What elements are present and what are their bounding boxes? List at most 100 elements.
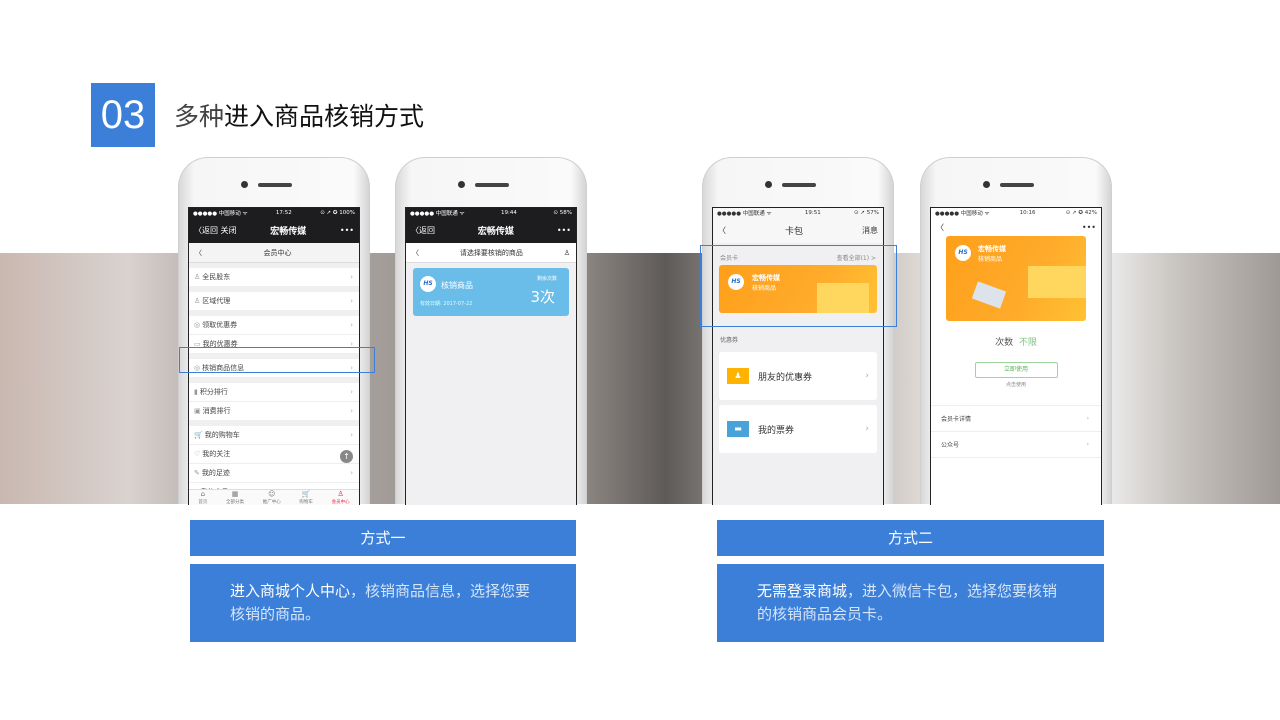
camera <box>241 181 248 188</box>
tab-item[interactable]: ⌂ 首页 <box>198 490 207 505</box>
menu-label: 区域代理 <box>202 297 231 305</box>
desc-bold: 进入商城个人中心 <box>230 582 351 600</box>
menu-item[interactable]: ♡我的关注› <box>189 445 359 464</box>
tab-icon: ▦ <box>231 490 239 498</box>
menu-icon: ♙ <box>194 273 201 281</box>
back-to-top-icon[interactable]: ↑ <box>340 450 353 463</box>
phone-2: ●●●●● 中国联通 ᯤ 19:44 ⊙ 58% 〈返回 宏畅传媒 ••• 〈 请选择要核… <box>395 157 587 505</box>
chevron-right-icon: › <box>350 297 353 305</box>
coupon-item-friends[interactable]: ♟ 朋友的优惠券 › <box>719 352 877 400</box>
tab-label: 推广中心 <box>262 500 281 505</box>
menu-icon: ▮ <box>194 388 198 396</box>
expiry: 有效日期: 2017-07-22 <box>420 301 473 307</box>
chevron-right-icon: › <box>865 424 869 434</box>
back-button[interactable]: 〈返回 <box>411 225 435 236</box>
menu-item[interactable]: ♙ 全民股东 › <box>189 268 359 287</box>
user-icon[interactable]: ♙ <box>564 249 570 257</box>
back-button[interactable]: 〈返回 <box>194 226 218 235</box>
ticket-icon: ▬ <box>727 421 749 437</box>
menu-label: 领取优惠券 <box>202 321 238 329</box>
remaining-label: 剩余次数 <box>536 276 557 282</box>
carrier: ●●●●● 中国移动 ᯤ <box>193 211 248 217</box>
tab-item[interactable]: ☺ 推广中心 <box>263 490 281 505</box>
use-hint: 点击使用 <box>1005 382 1026 388</box>
use-now-button[interactable]: 立即使用 <box>974 362 1058 378</box>
tab-label: 会员中心 <box>331 500 350 505</box>
highlight-box <box>179 347 375 373</box>
back-chevron-icon[interactable]: 〈 <box>936 222 944 233</box>
speaker <box>1000 183 1034 187</box>
messages-button[interactable]: 消息 <box>862 225 878 236</box>
menu-label: 消费排行 <box>202 407 231 415</box>
coupon-label-text: 朋友的优惠券 <box>758 372 813 383</box>
close-button[interactable]: 关闭 <box>221 226 237 235</box>
camera <box>765 181 772 188</box>
menu-item[interactable]: ▣ 消费排行 › <box>189 402 359 421</box>
tab-item[interactable]: ▦ 全部分类 <box>226 490 244 505</box>
time: 19:44 <box>501 210 517 216</box>
menu-icon: ▣ <box>194 407 201 415</box>
status-bar: ●●●●● 中国移动 ᯤ 17:52 ⊙ ➚ ✪ 100% <box>189 208 359 218</box>
member-card: HS 宏畅传媒 核销商品 <box>946 236 1086 321</box>
chevron-right-icon: › <box>1086 441 1089 448</box>
laptop-illustration <box>971 281 1007 309</box>
slide-title: 多种进入商品核销方式 <box>174 97 424 133</box>
tab-item[interactable]: 🛒 购物车 <box>299 490 313 505</box>
speaker <box>475 183 509 187</box>
row-official-account[interactable]: 公众号 › <box>931 432 1101 458</box>
time: 19:51 <box>804 210 821 216</box>
back-chevron-icon[interactable]: 〈 <box>195 248 202 258</box>
slide-number: 03 <box>91 83 155 147</box>
back-chevron-icon[interactable]: 〈 <box>412 248 419 258</box>
chevron-right-icon: › <box>350 273 353 281</box>
product-card[interactable]: HS 核销商品 有效日期: 2017-07-22 剩余次数 3次 <box>413 268 569 316</box>
method-1-label: 方式一 <box>190 520 576 556</box>
menu-item[interactable]: 🛒 我的购物车 › <box>189 426 359 445</box>
back-chevron-icon[interactable]: 〈 <box>718 225 726 236</box>
more-button[interactable]: ••• <box>1082 223 1096 232</box>
count-label: 次数 <box>995 338 1014 348</box>
chevron-right-icon: › <box>350 407 353 415</box>
row-card-details[interactable]: 会员卡详情 › <box>931 406 1101 432</box>
sub-title: 会员中心 <box>263 248 292 257</box>
battery: ⊙ ➚ 57% <box>854 210 879 216</box>
carrier: ●●●●● 中国联通 ᯤ <box>410 211 465 217</box>
carrier: ●●●●● 中国移动 ᯤ <box>935 211 990 217</box>
chevron-right-icon: › <box>350 321 353 329</box>
count-row: 次数 不限 <box>931 335 1101 348</box>
phone-4: ●●●●● 中国移动 ᯤ 10:16 ⊙ ➚ ✪ 42% 〈 ••• HS 宏畅传媒 … <box>920 157 1112 505</box>
remaining-count: 3次 <box>530 288 555 306</box>
status-bar: ●●●●● 中国联通 ᯤ 19:44 ⊙ 58% <box>406 208 576 218</box>
menu-icon: ♡ <box>194 450 201 458</box>
method-1-description: 进入商城个人中心，核销商品信息，选择您要核销的商品。 <box>190 564 576 642</box>
speaker <box>782 183 816 187</box>
menu-item[interactable]: ▮ 积分排行 › <box>189 383 359 402</box>
battery: ⊙ 58% <box>553 210 572 216</box>
phone-3: ●●●●● 中国联通 ᯤ 19:51 ⊙ ➚ 57% 〈卡包 消息 会员卡 查看全部(1… <box>702 157 894 505</box>
chevron-right-icon: › <box>350 469 353 477</box>
count-value: 不限 <box>1018 338 1037 348</box>
highlight-box <box>700 245 897 327</box>
sub-nav: 〈 请选择要核销的商品 ♙ <box>406 243 576 263</box>
product-name: 核销商品 <box>441 281 473 290</box>
tab-icon: 🛒 <box>301 490 311 498</box>
desc-bold: 无需登录商城 <box>757 582 848 600</box>
tab-label: 全部分类 <box>226 500 245 505</box>
menu-item[interactable]: ♙ 区域代理 › <box>189 292 359 311</box>
menu-item[interactable]: ◎ 领取优惠券 › <box>189 316 359 335</box>
status-bar: ●●●●● 中国联通 ᯤ 19:51 ⊙ ➚ 57% <box>713 208 883 218</box>
more-button[interactable]: ••• <box>340 226 354 235</box>
nav-title: 宏畅传媒 <box>477 227 514 237</box>
more-button[interactable]: ••• <box>557 226 571 235</box>
nav-title: 卡包 <box>784 227 803 237</box>
time: 10:16 <box>1019 210 1036 216</box>
tab-bar: ⌂ 首页 ▦ 全部分类 ☺ 推广中心 🛒 购物车 ♙ 会员中心 <box>189 489 359 505</box>
chevron-right-icon: › <box>1086 415 1089 422</box>
tab-item[interactable]: ♙ 会员中心 <box>332 490 350 505</box>
coupon-item-tickets[interactable]: ▬ 我的票券 › <box>719 405 877 453</box>
row-label: 公众号 <box>941 442 960 449</box>
menu-item[interactable]: ✎ 我的足迹 › <box>189 464 359 483</box>
phone-1: ●●●●● 中国移动 ᯤ 17:52 ⊙ ➚ ✪ 100% 〈返回 关闭 宏畅传媒 ••… <box>178 157 370 505</box>
tab-icon: ♙ <box>337 490 344 498</box>
title-light: 多种 <box>174 102 225 131</box>
